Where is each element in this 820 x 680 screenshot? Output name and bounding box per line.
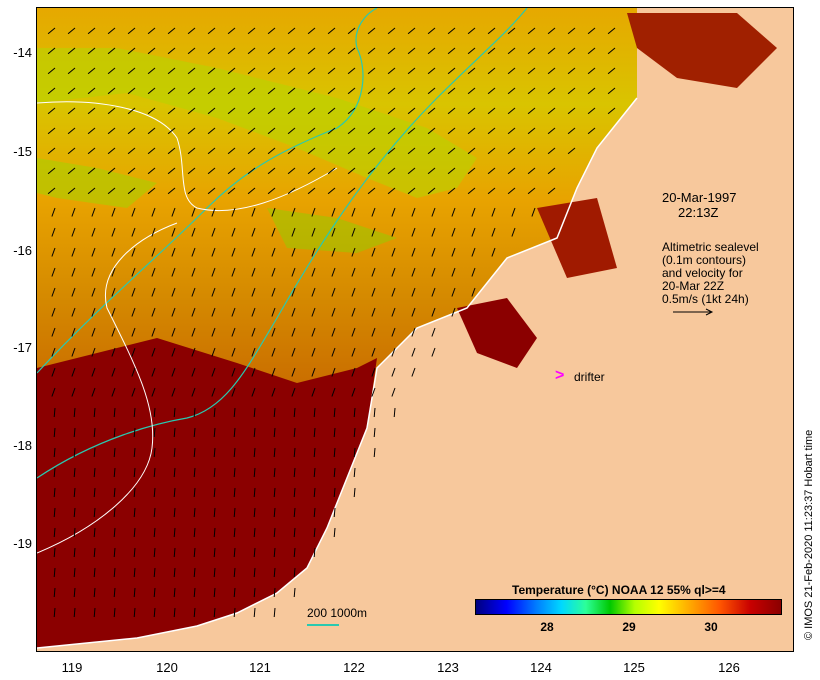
warm-water-area [457, 298, 537, 368]
isobath-legend-line [307, 624, 339, 626]
velocity-arrow [273, 607, 276, 618]
lat-tick-label: -15 [13, 144, 32, 159]
velocity-arrow [253, 607, 256, 618]
info-date: 20-Mar-1997 [662, 190, 737, 205]
colorbar-tick: 28 [540, 620, 554, 634]
lon-tick-label: 120 [156, 660, 178, 675]
velocity-arrow [353, 467, 356, 478]
info-line: 0.5m/s (1kt 24h) [662, 292, 749, 306]
velocity-arrow [391, 367, 396, 377]
lon-tick-label: 124 [530, 660, 552, 675]
warm-water-area [37, 338, 377, 648]
velocity-arrow [333, 527, 336, 538]
drifter-label: drifter [574, 370, 605, 384]
velocity-arrow [373, 447, 376, 458]
lon-tick-label: 123 [437, 660, 459, 675]
sst-map [36, 7, 794, 652]
velocity-arrow [293, 587, 296, 598]
lat-tick-label: -16 [13, 243, 32, 258]
velocity-arrow [431, 327, 436, 337]
colorbar-tick: 29 [622, 620, 636, 634]
lat-tick-label: -19 [13, 536, 32, 551]
colorbar-title: Temperature (°C) NOAA 12 55% ql>=4 [512, 583, 726, 597]
velocity-arrow [391, 387, 396, 397]
velocity-arrow [373, 407, 376, 418]
velocity-arrow [411, 367, 416, 377]
lon-tick-label: 122 [343, 660, 365, 675]
velocity-arrow [373, 427, 376, 438]
lon-tick-label: 126 [718, 660, 740, 675]
velocity-arrow [431, 347, 436, 357]
velocity-arrow [353, 487, 356, 498]
warm-water-area [627, 13, 777, 88]
lon-tick-label: 121 [249, 660, 271, 675]
map-canvas [37, 8, 777, 649]
lon-tick-label: 119 [61, 660, 83, 675]
drifter-icon: > [555, 367, 565, 384]
velocity-scale-arrow [673, 308, 714, 316]
velocity-arrow [393, 407, 396, 418]
colorbar [475, 599, 782, 615]
lat-tick-label: -17 [13, 340, 32, 355]
info-time: 22:13Z [678, 205, 719, 220]
credit-text: © IMOS 21-Feb-2020 11:23:37 Hobart time [803, 429, 815, 640]
colorbar-tick: 30 [704, 620, 718, 634]
isobath-legend-label: 200 1000m [307, 606, 368, 620]
lat-tick-label: -14 [13, 45, 32, 60]
altimetry-info: Altimetric sealevel (0.1m contours) and … [662, 241, 759, 306]
lat-tick-label: -18 [13, 438, 32, 453]
velocity-arrow [411, 347, 416, 357]
lon-tick-label: 125 [623, 660, 645, 675]
